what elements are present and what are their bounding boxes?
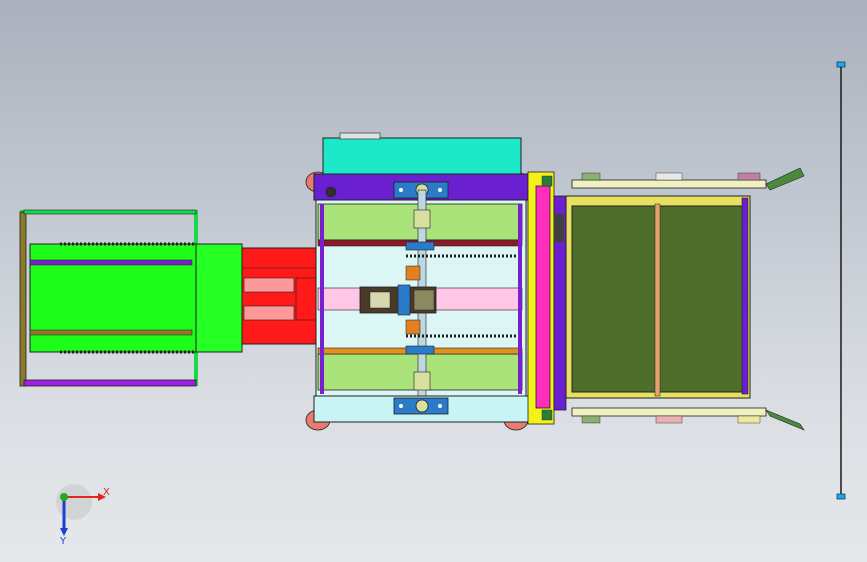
vertical-dimension-line[interactable]: [836, 61, 846, 500]
x-axis-label: X: [103, 487, 110, 498]
cad-viewport[interactable]: X Y: [0, 0, 867, 562]
coordinate-triad: X Y: [56, 484, 110, 547]
center-machine[interactable]: [305, 132, 531, 431]
pink-rail[interactable]: [527, 171, 567, 425]
right-tray[interactable]: [565, 167, 805, 431]
left-conveyor-frame[interactable]: [19, 209, 243, 387]
y-axis-label: Y: [59, 536, 67, 547]
assembly-drawing: X Y: [19, 61, 846, 547]
